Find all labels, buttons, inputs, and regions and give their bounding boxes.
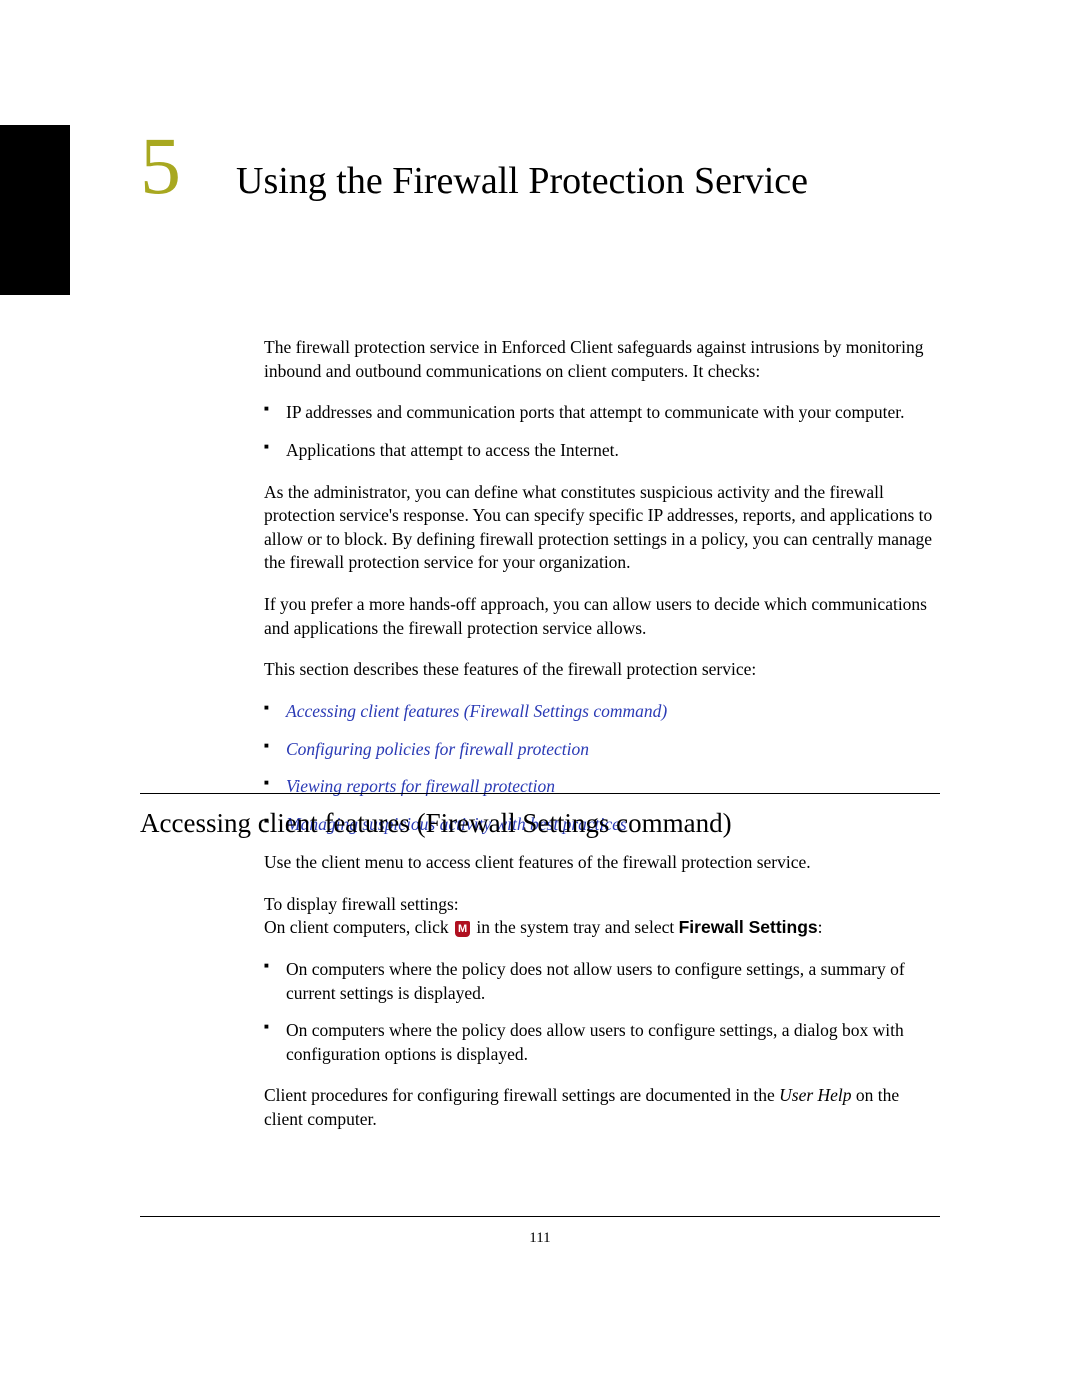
intro-bullet: IP addresses and communication ports tha…	[264, 401, 940, 425]
list-item: Accessing client features (Firewall Sett…	[264, 700, 940, 724]
topic-link[interactable]: Accessing client features (Firewall Sett…	[286, 701, 667, 721]
instruction-line-2-end: :	[818, 917, 823, 937]
section-heading: Accessing client features (Firewall Sett…	[140, 808, 940, 839]
intro-bullet-list: IP addresses and communication ports tha…	[264, 401, 940, 462]
section-para-2: To display firewall settings: On client …	[264, 893, 940, 940]
instruction-line-2-after: in the system tray and select	[472, 917, 679, 937]
section-header-rule: Accessing client features (Firewall Sett…	[140, 793, 940, 839]
user-help-reference: User Help	[779, 1085, 851, 1105]
mcafee-tray-icon: M	[455, 921, 470, 937]
section-bullet: On computers where the policy does allow…	[264, 1019, 940, 1066]
instruction-line-1: To display firewall settings:	[264, 894, 459, 914]
firewall-settings-label: Firewall Settings	[679, 917, 818, 937]
intro-para-3: If you prefer a more hands-off approach,…	[264, 593, 940, 640]
chapter-sidebar-block	[0, 125, 70, 295]
footer-rule	[140, 1216, 940, 1217]
section-para-3: Client procedures for configuring firewa…	[264, 1084, 940, 1131]
chapter-title: Using the Firewall Protection Service	[236, 159, 808, 205]
topic-link[interactable]: Configuring policies for firewall protec…	[286, 739, 589, 759]
intro-para-1: The firewall protection service in Enfor…	[264, 336, 940, 383]
chapter-header: 5 Using the Firewall Protection Service	[140, 125, 940, 207]
intro-para-2: As the administrator, you can define wha…	[264, 481, 940, 576]
section-accessing-client-features: Accessing client features (Firewall Sett…	[140, 763, 940, 1150]
section-bullet-list: On computers where the policy does not a…	[264, 958, 940, 1067]
section-para-1: Use the client menu to access client fea…	[264, 851, 940, 875]
page-number: 111	[0, 1230, 1080, 1247]
instruction-line-2-before: On client computers, click	[264, 917, 453, 937]
section-bullet: On computers where the policy does not a…	[264, 958, 940, 1005]
p3-before: Client procedures for configuring firewa…	[264, 1085, 779, 1105]
intro-bullet: Applications that attempt to access the …	[264, 439, 940, 463]
chapter-number: 5	[140, 125, 181, 207]
intro-para-4: This section describes these features of…	[264, 658, 940, 682]
list-item: Configuring policies for firewall protec…	[264, 738, 940, 762]
